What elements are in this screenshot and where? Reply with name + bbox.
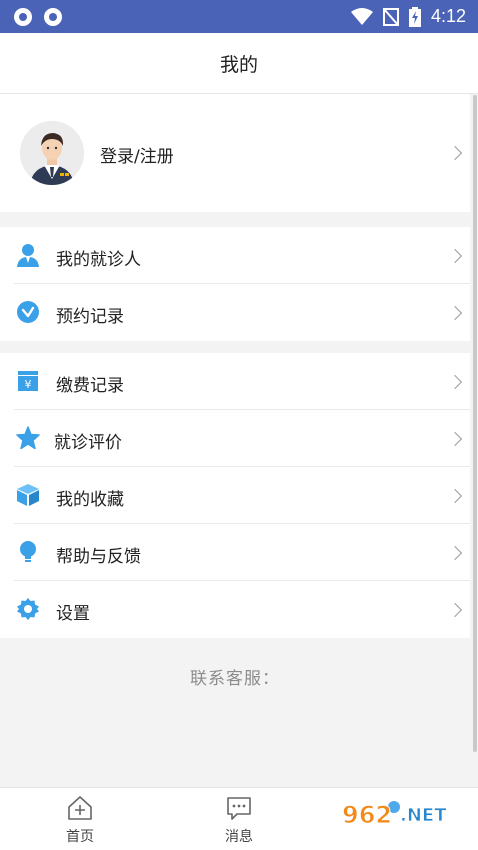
- sync-icon: [14, 8, 32, 26]
- home-icon: [68, 796, 92, 820]
- lightbulb-icon: [20, 541, 36, 562]
- menu-item-label: 帮助与反馈: [56, 547, 141, 567]
- menu-item-label: 缴费记录: [56, 376, 124, 396]
- menu-item-appointments[interactable]: 预约记录: [0, 284, 470, 341]
- wifi-icon: [350, 7, 373, 25]
- yuan-icon: ¥: [18, 371, 38, 391]
- chevron-right-icon: [447, 602, 463, 618]
- menu-group-1: 我的就诊人 预约记录: [0, 227, 470, 341]
- page-title: 我的: [219, 53, 258, 76]
- chevron-right-icon: [447, 374, 463, 390]
- menu-item-label: 我的就诊人: [56, 250, 141, 270]
- message-icon: [227, 797, 251, 820]
- tab-messages[interactable]: 消息: [199, 788, 279, 850]
- chevron-right-icon: [447, 545, 463, 561]
- clock: 4:12: [430, 6, 466, 26]
- menu-item-label: 预约记录: [56, 307, 124, 327]
- menu-item-settings[interactable]: 设置: [0, 581, 470, 638]
- login-register-link[interactable]: 登录/注册: [100, 142, 174, 167]
- box-icon: [17, 484, 39, 506]
- scrollbar[interactable]: [473, 95, 477, 752]
- tab-label: 首页: [66, 829, 94, 845]
- menu-item-payments[interactable]: ¥ 缴费记录: [0, 353, 470, 410]
- menu-item-help-feedback[interactable]: 帮助与反馈: [0, 524, 470, 581]
- chevron-right-icon: [447, 488, 463, 504]
- svg-text:乐游网: 乐游网: [402, 826, 450, 845]
- profile-login-row[interactable]: 登录/注册: [0, 94, 470, 212]
- menu-item-my-patients[interactable]: 我的就诊人: [0, 227, 470, 284]
- chevron-right-icon: [447, 431, 463, 447]
- svg-text:¥: ¥: [25, 378, 32, 391]
- menu-group-2: ¥ 缴费记录 就诊评价 我的收藏 帮助与反馈 设置: [0, 353, 470, 638]
- tab-label: 消息: [225, 829, 253, 845]
- chevron-right-icon: [447, 305, 463, 321]
- avatar-figure: [20, 121, 84, 185]
- menu-item-label: 设置: [56, 604, 90, 624]
- sync-icon: [44, 8, 62, 26]
- menu-item-favorites[interactable]: 我的收藏: [0, 467, 470, 524]
- svg-text:962: 962: [342, 801, 392, 829]
- no-signal-icon: [382, 7, 399, 26]
- gear-icon: [17, 598, 39, 620]
- avatar[interactable]: [20, 121, 84, 185]
- battery-charging-icon: [408, 6, 421, 27]
- chevron-right-icon: [447, 145, 463, 161]
- menu-item-label: 就诊评价: [54, 433, 122, 453]
- title-bar: 我的: [0, 33, 478, 94]
- svg-text:.NET: .NET: [400, 805, 447, 826]
- tab-home[interactable]: 首页: [40, 788, 120, 850]
- chevron-right-icon: [447, 248, 463, 264]
- check-circle-icon: [17, 301, 39, 323]
- status-bar: 4:12: [0, 0, 478, 33]
- menu-item-label: 我的收藏: [56, 490, 124, 510]
- menu-item-reviews[interactable]: 就诊评价: [0, 410, 470, 467]
- star-icon: [16, 426, 40, 450]
- watermark-logo: 962 .NET 乐游网: [342, 801, 451, 846]
- contact-service-label[interactable]: 联系客服：: [0, 664, 470, 689]
- user-icon: [17, 244, 39, 267]
